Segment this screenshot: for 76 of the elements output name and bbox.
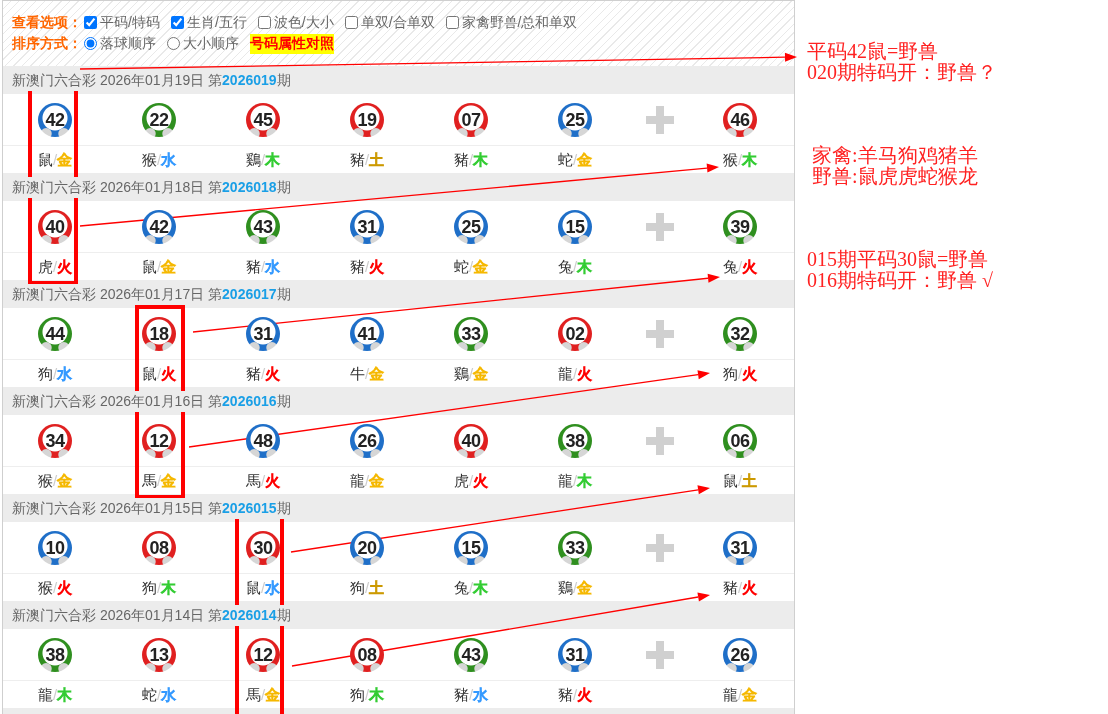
zodiac-element-label: 鼠/金: [37, 150, 73, 169]
annotation-text: 家禽:羊马狗鸡猪羊: [812, 145, 979, 166]
option-label[interactable]: 波色/大小: [273, 12, 334, 33]
radio-button[interactable]: [167, 37, 180, 50]
zodiac-element-label: 龍/木: [557, 471, 593, 490]
draw-title: 新澳门六合彩 2026年01月15日 第2026015期: [12, 497, 291, 519]
plus-icon: [646, 640, 674, 669]
checkbox[interactable]: [344, 16, 358, 29]
plus-icon: [646, 105, 674, 134]
attribute-table-link[interactable]: 号码属性对照: [250, 33, 334, 54]
draw-title: 新澳门六合彩 2026年01月17日 第2026017期: [12, 283, 291, 305]
radio-button[interactable]: [84, 37, 97, 50]
zodiac-element-label: 豬/火: [349, 257, 385, 276]
zodiac-element-label: 鷄/木: [245, 150, 281, 169]
annotation-text: 016期特码开：野兽 √: [807, 270, 994, 291]
zodiac-element-label: 狗/土: [349, 578, 385, 597]
draw-title: 新澳门六合彩 2026年01月16日 第2026016期: [12, 390, 291, 412]
zodiac-element-label: 牛/金: [349, 364, 385, 383]
zodiac-element-label: 鼠/土: [722, 471, 758, 490]
zodiac-element-label: 豬/火: [722, 578, 758, 597]
zodiac-element-label: 兔/火: [722, 257, 758, 276]
zodiac-element-label: 猴/火: [37, 578, 73, 597]
zodiac-element-label: 狗/水: [37, 364, 73, 383]
annotation-text: 野兽:鼠虎虎蛇猴龙: [812, 166, 979, 187]
option-label[interactable]: 生肖/五行: [186, 12, 247, 33]
annotation-text: 020期特码开：野兽？: [807, 62, 997, 83]
zodiac-element-label: 豬/火: [245, 364, 281, 383]
zodiac-element-label: 豬/木: [453, 150, 489, 169]
checkbox[interactable]: [445, 16, 459, 29]
zodiac-element-label: 鼠/火: [141, 364, 177, 383]
plus-icon: [646, 212, 674, 241]
checkbox[interactable]: [84, 16, 97, 29]
zodiac-element-label: 蛇/金: [557, 150, 593, 169]
zodiac-element-label: 馬/火: [245, 471, 281, 490]
options-label: 查看选项：: [12, 13, 82, 32]
option-label[interactable]: 平码/特码: [100, 12, 160, 33]
zodiac-element-label: 兔/木: [557, 257, 593, 276]
plus-icon: [646, 426, 674, 455]
zodiac-element-label: 猴/木: [722, 150, 758, 169]
zodiac-element-label: 豬/水: [453, 685, 489, 704]
zodiac-element-label: 龍/金: [349, 471, 385, 490]
zodiac-element-label: 龍/金: [722, 685, 758, 704]
zodiac-element-label: 鼠/水: [245, 578, 281, 597]
draw-title: 新澳门六合彩 2026年01月18日 第2026018期: [12, 176, 291, 198]
checkbox[interactable]: [170, 16, 184, 29]
zodiac-element-label: 鼠/金: [141, 257, 177, 276]
sorting-label: 排序方式：: [12, 34, 82, 53]
annotation-text: 015期平码30鼠=野兽: [807, 249, 990, 270]
option-label[interactable]: 大小顺序: [183, 33, 239, 54]
zodiac-element-label: 鷄/金: [557, 578, 593, 597]
zodiac-element-label: 豬/土: [349, 150, 385, 169]
checkbox[interactable]: [257, 16, 271, 29]
zodiac-element-label: 兔/木: [453, 578, 489, 597]
zodiac-element-label: 豬/水: [245, 257, 281, 276]
annotation-text: 平码42鼠=野兽: [807, 41, 940, 62]
zodiac-element-label: 狗/木: [349, 685, 385, 704]
zodiac-element-label: 狗/火: [722, 364, 758, 383]
draw-title: 新澳门六合彩 2026年01月14日 第2026014期: [12, 604, 291, 626]
zodiac-element-label: 鷄/金: [453, 364, 489, 383]
zodiac-element-label: 蛇/水: [141, 685, 177, 704]
plus-icon: [646, 319, 674, 348]
zodiac-element-label: 猴/金: [37, 471, 73, 490]
zodiac-element-label: 虎/火: [37, 257, 73, 276]
zodiac-element-label: 龍/木: [37, 685, 73, 704]
zodiac-element-label: 馬/金: [245, 685, 281, 704]
zodiac-element-label: 龍/火: [557, 364, 593, 383]
zodiac-element-label: 猴/水: [141, 150, 177, 169]
zodiac-element-label: 狗/木: [141, 578, 177, 597]
zodiac-element-label: 虎/火: [453, 471, 489, 490]
option-label[interactable]: 单双/合单双: [360, 12, 435, 33]
option-label[interactable]: 家禽野兽/总和单双: [461, 12, 578, 33]
zodiac-element-label: 豬/火: [557, 685, 593, 704]
zodiac-element-label: 蛇/金: [453, 257, 489, 276]
zodiac-element-label: 馬/金: [141, 471, 177, 490]
option-label[interactable]: 落球顺序: [100, 33, 156, 54]
plus-icon: [646, 533, 674, 562]
